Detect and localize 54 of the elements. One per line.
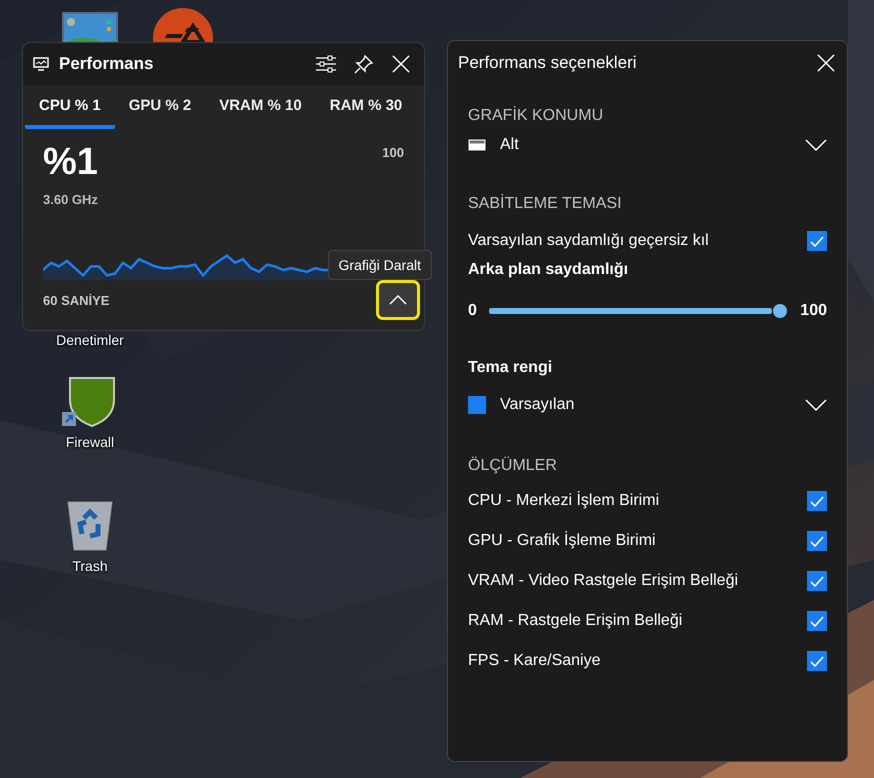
pin-icon: [354, 54, 374, 74]
monitor-icon: [33, 57, 49, 71]
slider-min-label: 0: [468, 302, 477, 320]
section-heading: ÖLÇÜMLER: [468, 457, 558, 475]
checkmark-icon: [810, 576, 824, 586]
metric-tab[interactable]: RAM % 30: [316, 85, 416, 129]
shield-icon[interactable]: [62, 376, 118, 428]
sliders-icon: [316, 55, 336, 73]
image-icon[interactable]: [62, 12, 118, 42]
icon-label[interactable]: Denetimler: [56, 332, 124, 348]
checkmark-icon: [810, 616, 824, 626]
checkmark-icon: [810, 496, 824, 506]
close-icon: [817, 54, 835, 72]
icon-label[interactable]: Trash: [72, 558, 108, 574]
collapse-graph-button[interactable]: [376, 280, 420, 320]
slider-thumb[interactable]: [773, 304, 788, 318]
widget-title: Performans: [59, 54, 154, 74]
checkbox[interactable]: [807, 611, 827, 631]
checkmark-icon: [810, 236, 824, 246]
metric-label: VRAM - Video Rastgele Erişim Belleği: [468, 572, 738, 590]
metric-label: FPS - Kare/Saniye: [468, 652, 600, 670]
checkbox[interactable]: [807, 651, 827, 671]
checkbox[interactable]: [807, 571, 827, 591]
theme-color-label: Tema rengi: [468, 359, 554, 377]
position-dropdown[interactable]: Alt: [468, 125, 827, 165]
checkbox-label: Varsayılan saydamlığı geçersiz kıl: [468, 232, 709, 250]
chevron-down-icon: [805, 139, 827, 151]
metric-label: CPU - Merkezi İşlem Birimi: [468, 492, 660, 510]
chevron-up-icon: [389, 295, 407, 305]
metric-label: GPU - Grafik İşleme Birimi: [468, 532, 656, 550]
usage-value: %1: [43, 141, 99, 184]
bottom-bar-icon: [468, 139, 486, 151]
metric-label: RAM - Rastgele Erişim Belleği: [468, 612, 682, 630]
duration-label: 60 SANİYE: [43, 292, 110, 308]
section-heading: GRAFİK KONUMU: [468, 107, 604, 125]
icon-label[interactable]: Firewall: [66, 434, 114, 450]
metric-tab[interactable]: CPU % 1: [25, 85, 115, 129]
theme-color-dropdown[interactable]: Varsayılan: [468, 385, 827, 425]
slider-max-label: 100: [800, 302, 827, 320]
frequency-text: 3.60 GHz: [43, 192, 99, 207]
checkbox[interactable]: [807, 491, 827, 511]
section-heading: SABİTLEME TEMASI: [468, 195, 623, 213]
chevron-down-icon: [805, 399, 827, 411]
metric-tab[interactable]: GPU % 2: [114, 85, 206, 129]
scale-max-label: 100: [382, 145, 404, 162]
panel-title: Performans seçenekleri: [458, 53, 637, 73]
close-icon: [392, 55, 410, 73]
metric-tab[interactable]: VRAM % 10: [205, 85, 316, 129]
checkmark-icon: [810, 656, 824, 666]
checkbox[interactable]: [807, 531, 827, 551]
checkmark-icon: [810, 536, 824, 546]
slider-label: Arka plan saydamlığı: [468, 261, 630, 279]
tooltip: Grafiği Daralt: [328, 250, 432, 280]
checkbox[interactable]: [807, 231, 827, 251]
